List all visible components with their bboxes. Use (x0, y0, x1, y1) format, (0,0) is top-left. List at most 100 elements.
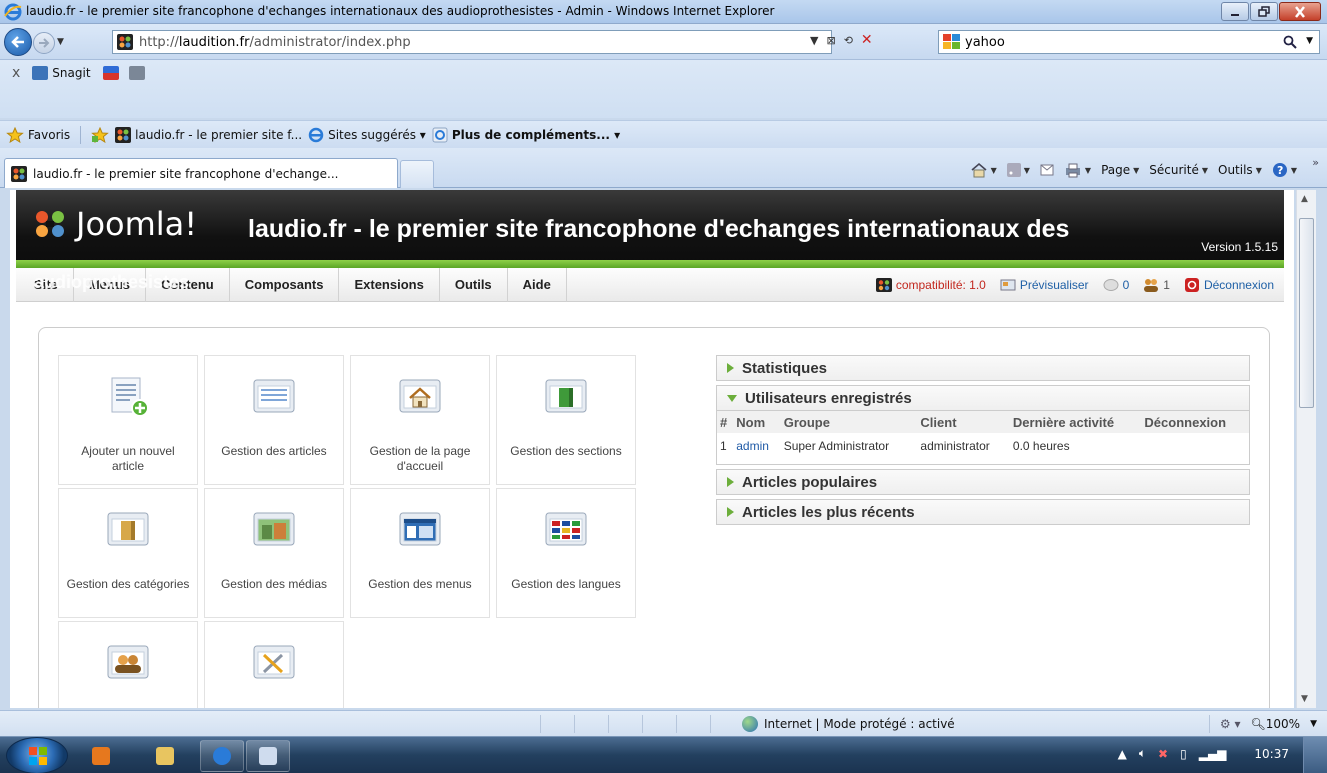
close-toolbar-icon[interactable]: x (12, 65, 20, 81)
tools-icon (253, 645, 295, 679)
add-article-tile[interactable]: Ajouter un nouvel article (58, 355, 198, 485)
show-hidden-icons[interactable]: ▲ (1118, 747, 1127, 761)
frontpage-manager-tile[interactable]: Gestion de la page d'accueil (350, 355, 490, 485)
user-manager-tile[interactable] (58, 621, 198, 708)
tools-menu[interactable]: Outils ▼ (1218, 163, 1262, 177)
security-menu[interactable]: Sécurité ▼ (1149, 163, 1208, 177)
snagit-edit-icon[interactable] (128, 66, 145, 80)
expanded-arrow-icon (727, 394, 737, 402)
search-dropdown-icon[interactable]: ▼ (1306, 36, 1313, 46)
page-menu[interactable]: Page ▼ (1101, 163, 1139, 177)
stats-module-header[interactable]: Statistiques (716, 355, 1250, 381)
favorites-button[interactable]: Favoris (6, 126, 70, 143)
mail-button[interactable] (1040, 164, 1054, 176)
address-input[interactable]: http://laudition.fr/administrator/index.… (112, 30, 832, 54)
add-favorite-icon[interactable] (91, 126, 109, 143)
url-dropdown-icon[interactable]: ▼ (810, 34, 818, 47)
menu-manager-tile[interactable]: Gestion des menus (350, 488, 490, 618)
logout-link[interactable]: Déconnexion (1184, 278, 1274, 292)
svg-text:?: ? (1277, 164, 1283, 177)
feeds-button[interactable]: ▼ (1006, 163, 1030, 177)
collapsed-arrow-icon (727, 477, 734, 487)
messages-count[interactable]: 0 (1103, 278, 1129, 292)
snagit-capture-icon[interactable] (102, 66, 119, 80)
zoom-control[interactable]: 🔍︎100% (1251, 717, 1301, 731)
menu-outils[interactable]: Outils (440, 268, 508, 302)
internet-explorer-icon (4, 3, 22, 21)
signal-icon[interactable]: ▂▄▆ (1199, 747, 1227, 761)
scroll-up-icon[interactable]: ▲ (1301, 194, 1308, 204)
restore-icon (1258, 5, 1270, 17)
zoom-dropdown-icon[interactable]: ▼ (1310, 719, 1317, 729)
history-dropdown-icon[interactable]: ▼ (57, 37, 64, 47)
close-window-button[interactable] (1279, 2, 1321, 21)
refresh-icon[interactable]: ⟲ (844, 34, 853, 47)
taskbar-explorer[interactable] (150, 740, 180, 772)
taskbar-media-player[interactable] (86, 740, 116, 772)
user-link-admin[interactable]: admin (736, 439, 769, 453)
compatibility-view-icon[interactable]: ⊠ (826, 34, 835, 47)
clock[interactable]: 10:37 (1254, 747, 1289, 761)
taskbar-wordpad[interactable] (246, 740, 290, 772)
stop-icon[interactable]: ✕ (861, 32, 873, 48)
joomla-logo: Joomla! (30, 205, 197, 243)
minimize-button[interactable] (1221, 2, 1249, 21)
new-tab-button[interactable] (400, 160, 434, 188)
snagit-icon (32, 66, 49, 80)
menu-aide[interactable]: Aide (508, 268, 567, 302)
more-addons-button[interactable]: Plus de compléments... ▾ (432, 127, 620, 143)
suggested-sites-button[interactable]: Sites suggérés ▾ (308, 127, 426, 143)
toolbar-overflow-icon[interactable]: » (1312, 156, 1319, 169)
browser-status-bar: Internet | Mode protégé : activé ⚙ ▾ 🔍︎1… (0, 710, 1327, 736)
security-zone[interactable]: Internet | Mode protégé : activé (742, 716, 955, 732)
tab-label: laudio.fr - le premier site francophone … (33, 166, 339, 181)
site-title: laudio.fr - le premier site francophone … (248, 215, 1070, 243)
snagit-button[interactable]: Snagit (32, 66, 91, 80)
section-manager-tile[interactable]: Gestion des sections (496, 355, 636, 485)
scroll-down-icon[interactable]: ▼ (1301, 694, 1308, 704)
users-module-header[interactable]: Utilisateurs enregistrés (716, 385, 1250, 411)
close-icon (1295, 5, 1305, 18)
back-button[interactable] (4, 28, 32, 56)
network-warning-icon[interactable]: ✖ (1158, 747, 1168, 761)
show-desktop-button[interactable] (1303, 737, 1327, 773)
menu-composants[interactable]: Composants (230, 268, 340, 302)
home-page-icon (399, 379, 441, 413)
restore-button[interactable] (1250, 2, 1278, 21)
window-titlebar: laudio.fr - le premier site francophone … (0, 0, 1327, 24)
search-icon[interactable] (1283, 35, 1297, 49)
col-index: # (717, 411, 734, 433)
logout-icon (1184, 278, 1199, 292)
battery-icon[interactable]: ▯ (1180, 747, 1187, 761)
joomla-favicon-icon (117, 34, 133, 50)
language-manager-tile[interactable]: Gestion des langues (496, 488, 636, 618)
online-users-count[interactable]: 1 (1143, 278, 1170, 292)
search-input[interactable]: yahoo ▼ (938, 30, 1320, 54)
global-config-tile[interactable] (204, 621, 344, 708)
volume-icon[interactable]: 🔈︎ (1139, 746, 1146, 761)
popular-articles-header[interactable]: Articles populaires (716, 469, 1250, 495)
tab-laudio[interactable]: laudio.fr - le premier site francophone … (4, 158, 398, 188)
article-manager-tile[interactable]: Gestion des articles (204, 355, 344, 485)
url-text: http://laudition.fr/administrator/index.… (139, 34, 411, 50)
menu-extensions[interactable]: Extensions (339, 268, 440, 302)
category-manager-tile[interactable]: Gestion des catégories (58, 488, 198, 618)
preview-link[interactable]: Prévisualiser (1000, 278, 1089, 292)
media-manager-icon (253, 512, 295, 546)
users-icon (1144, 279, 1159, 292)
page-scrollbar[interactable]: ▲ ▼ (1296, 190, 1316, 708)
header-green-strip (16, 260, 1284, 268)
taskbar-internet-explorer[interactable] (200, 740, 244, 772)
favorite-link-laudio[interactable]: laudio.fr - le premier site f... (115, 126, 302, 143)
media-manager-tile[interactable]: Gestion des médias (204, 488, 344, 618)
protected-mode-icon[interactable]: ⚙ ▾ (1220, 717, 1241, 731)
recent-articles-header[interactable]: Articles les plus récents (716, 499, 1250, 525)
flags-icon (545, 512, 587, 546)
help-button[interactable]: ? ▼ (1272, 162, 1297, 178)
col-logout: Déconnexion (1141, 411, 1249, 433)
print-button[interactable]: ▼ (1064, 162, 1091, 178)
home-button[interactable]: ▼ (970, 162, 997, 178)
scrollbar-thumb[interactable] (1299, 218, 1314, 408)
forward-button[interactable] (33, 32, 55, 54)
start-button[interactable] (6, 737, 68, 773)
